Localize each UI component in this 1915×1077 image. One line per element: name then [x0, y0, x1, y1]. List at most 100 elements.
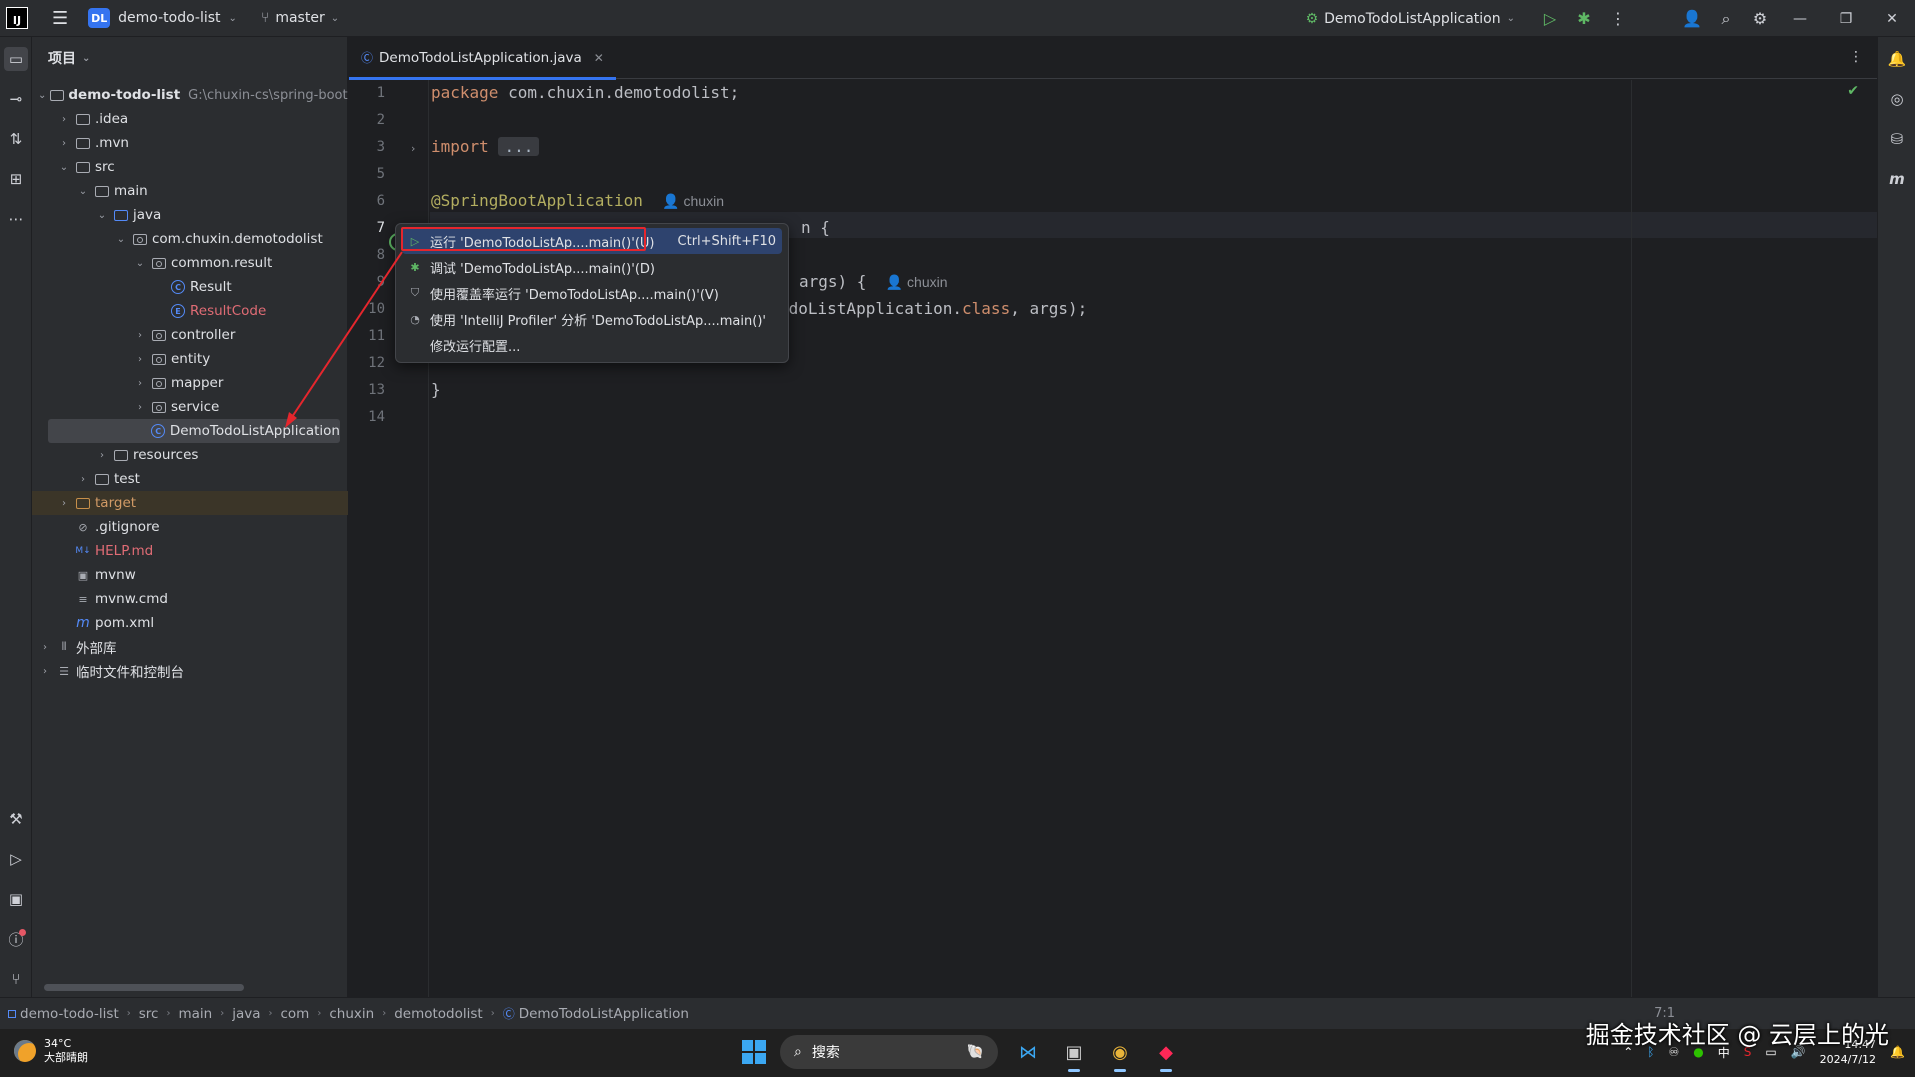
tree-root[interactable]: ⌄ demo-todo-list G:\chuxin-cs\spring-boo… [32, 83, 348, 107]
popup-coverage-item[interactable]: ⛉ 使用覆盖率运行 'DemoTodoListAp....main()'(V) [402, 280, 782, 306]
tree-item[interactable]: C DemoTodoListApplication [48, 419, 340, 443]
tree-item[interactable]: › .idea [32, 107, 348, 131]
popup-debug-item[interactable]: ✱ 调试 'DemoTodoListAp....main()'(D) [402, 254, 782, 280]
close-icon[interactable]: ✕ [1869, 11, 1915, 27]
tree-item[interactable]: › controller [32, 323, 348, 347]
chevron-right-icon[interactable]: › [38, 642, 52, 653]
tab-demo-todo-list-application[interactable]: Ⓒ DemoTodoListApplication.java ✕ [349, 37, 616, 80]
structure-icon[interactable]: ⊞ [4, 167, 28, 191]
tree-item[interactable]: › entity [32, 347, 348, 371]
horizontal-scrollbar[interactable] [44, 984, 244, 991]
tree-item[interactable]: ▣ mvnw [32, 563, 348, 587]
git-icon[interactable]: ⑂ [4, 967, 28, 991]
more-actions-icon[interactable]: ⋮ [1601, 9, 1635, 28]
maven-icon[interactable]: m [1885, 167, 1909, 191]
chevron-right-icon[interactable]: › [133, 402, 147, 413]
intellij-app-icon[interactable]: ◆ [1150, 1036, 1182, 1072]
tree-item[interactable]: ≡ mvnw.cmd [32, 587, 348, 611]
code-line-9[interactable]: args) { 👤 chuxin [799, 272, 948, 291]
restore-icon[interactable]: ❐ [1823, 11, 1869, 27]
services-run-icon[interactable]: ▷ [4, 847, 28, 871]
tree-item[interactable]: › service [32, 395, 348, 419]
code-line-1[interactable]: package com.chuxin.demotodolist; [431, 83, 739, 102]
chevron-right-icon[interactable]: › [76, 474, 90, 485]
chevron-down-icon[interactable]: ⌄ [76, 186, 90, 197]
tree-item[interactable]: › resources [32, 443, 348, 467]
tree-item[interactable]: › .mvn [32, 131, 348, 155]
debug-icon[interactable]: ✱ [1567, 9, 1601, 28]
popup-profiler-item[interactable]: ◔ 使用 'IntelliJ Profiler' 分析 'DemoTodoLis… [402, 306, 782, 332]
chevron-down-icon[interactable]: ⌄ [114, 234, 128, 245]
vscode-icon[interactable]: ⋈ [1012, 1036, 1044, 1068]
chevron-right-icon[interactable]: › [57, 138, 71, 149]
editor-gutter[interactable]: 1 2 3 5 6 7 8 9 10 11 12 13 14 › [349, 80, 429, 997]
tree-item[interactable]: ⌄ common.result [32, 251, 348, 275]
windows-start-icon[interactable] [742, 1040, 766, 1064]
search-icon[interactable]: ⌕ [1709, 9, 1743, 29]
fold-expand-icon[interactable]: › [411, 142, 415, 155]
chevron-down-icon[interactable]: ⌄ [57, 162, 71, 173]
breadcrumb-item[interactable]: chuxin [329, 1006, 374, 1022]
breadcrumb-item[interactable]: DemoTodoListApplication [519, 1006, 689, 1022]
chevron-right-icon[interactable]: › [38, 666, 52, 677]
main-menu-icon[interactable]: ☰ [52, 8, 68, 29]
tree-item[interactable]: ⊘ .gitignore [32, 515, 348, 539]
close-tab-icon[interactable]: ✕ [594, 51, 604, 65]
tree-item[interactable]: › test [32, 467, 348, 491]
chevron-right-icon[interactable]: › [133, 378, 147, 389]
ai-assistant-icon[interactable]: ◎ [1885, 87, 1909, 111]
tree-item[interactable]: ⌄ main [32, 179, 348, 203]
breadcrumb-item[interactable]: demotodolist [394, 1006, 483, 1022]
tree-item[interactable]: › ☰ 临时文件和控制台 [32, 659, 348, 683]
commit-icon[interactable]: ⊸ [4, 87, 28, 111]
code-line-13[interactable]: } [431, 380, 441, 399]
popup-edit-config-item[interactable]: 修改运行配置... [402, 332, 782, 358]
code-line-7[interactable]: n { [801, 218, 830, 237]
tab-options-icon[interactable]: ⋮ [1849, 49, 1863, 65]
breadcrumb-item[interactable]: src [139, 1006, 159, 1022]
tree-item[interactable]: › ⫴ 外部库 [32, 635, 348, 659]
intellij-logo-icon[interactable]: IJ [6, 7, 28, 29]
taskbar-search[interactable]: ⌕ 搜索 🐚 [780, 1035, 998, 1069]
branch-switcher[interactable]: ⑂ master ⌄ [261, 10, 339, 26]
tree-item[interactable]: ⌄ java [32, 203, 348, 227]
popup-run-item[interactable]: ▷ 运行 'DemoTodoListAp....main()'(U) Ctrl+… [402, 228, 782, 254]
notification-center-icon[interactable]: 🔔 [1890, 1045, 1905, 1059]
breadcrumb-item[interactable]: demo-todo-list [20, 1006, 119, 1022]
terminal-app-icon[interactable]: ▣ [1058, 1036, 1090, 1072]
notifications-bell-icon[interactable]: 🔔 [1885, 47, 1909, 71]
tree-item[interactable]: ⌄ com.chuxin.demotodolist [32, 227, 348, 251]
breadcrumb-item[interactable]: com [281, 1006, 310, 1022]
terminal-icon[interactable]: ▣ [4, 887, 28, 911]
problems-icon[interactable]: ⓘ [4, 927, 28, 951]
run-config-selector[interactable]: ⚙ DemoTodoListApplication ⌄ [1306, 11, 1515, 27]
tree-item[interactable]: m pom.xml [32, 611, 348, 635]
chevron-right-icon[interactable]: › [95, 450, 109, 461]
more-tools-icon[interactable]: ⋯ [4, 207, 28, 231]
project-switcher[interactable]: DL demo-todo-list ⌄ [88, 8, 237, 28]
chrome-icon[interactable]: ◉ [1104, 1036, 1136, 1072]
database-icon[interactable]: ⛁ [1885, 127, 1909, 151]
settings-gear-icon[interactable]: ⚙ [1743, 9, 1777, 28]
code-line-3[interactable]: import ... [431, 137, 540, 156]
weather-widget[interactable]: 34°C 大部晴朗 [14, 1037, 88, 1065]
tree-item[interactable]: ⌄ src [32, 155, 348, 179]
tree-item[interactable]: M↓ HELP.md [32, 539, 348, 563]
run-icon[interactable]: ▷ [1533, 9, 1567, 28]
chevron-right-icon[interactable]: › [133, 330, 147, 341]
code-with-me-icon[interactable]: 👤 [1675, 9, 1709, 28]
code-line-10[interactable]: odoListApplication.class, args); [779, 299, 1087, 318]
project-panel-header[interactable]: 项目 ⌄ [32, 37, 347, 79]
chevron-right-icon[interactable]: › [133, 354, 147, 365]
project-tool-folder-icon[interactable]: ▭ [4, 47, 28, 71]
breadcrumb-item[interactable]: main [178, 1006, 212, 1022]
breadcrumb-item[interactable]: java [232, 1006, 260, 1022]
chevron-down-icon[interactable]: ⌄ [133, 258, 147, 269]
no-problems-check-icon[interactable]: ✔ [1847, 83, 1859, 99]
chevron-right-icon[interactable]: › [57, 114, 71, 125]
chevron-down-icon[interactable]: ⌄ [95, 210, 109, 221]
chevron-right-icon[interactable]: › [57, 498, 71, 509]
build-hammer-icon[interactable]: ⚒ [4, 807, 28, 831]
minimize-icon[interactable]: — [1777, 11, 1823, 27]
pull-requests-icon[interactable]: ⇅ [4, 127, 28, 151]
